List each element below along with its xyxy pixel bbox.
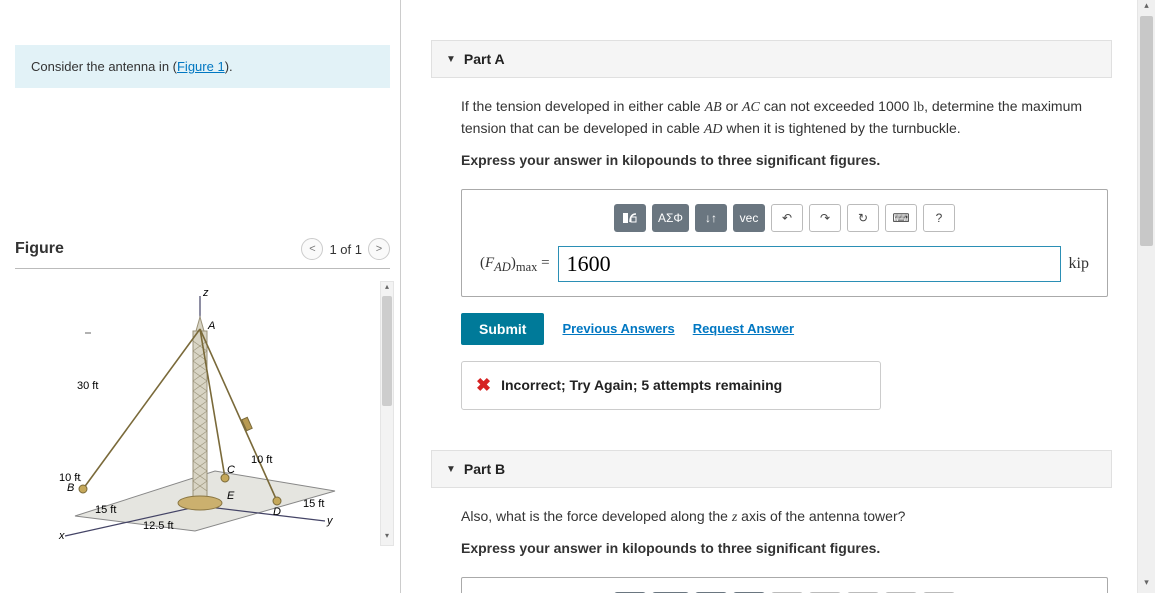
undo-button[interactable]: ↶ xyxy=(771,204,803,232)
intro-prefix: Consider the antenna in ( xyxy=(31,59,177,74)
part-a-instruction: Express your answer in kilopounds to thr… xyxy=(461,150,1108,171)
page-scroll-down[interactable]: ▾ xyxy=(1138,577,1155,593)
right-column: ▼ Part A If the tension developed in eit… xyxy=(401,0,1137,593)
part-a: ▼ Part A If the tension developed in eit… xyxy=(431,40,1112,410)
svg-text:z: z xyxy=(202,287,209,299)
keyboard-button[interactable]: ⌨ xyxy=(885,204,917,232)
vector-button[interactable]: vec xyxy=(733,204,765,232)
feedback-box: ✖ Incorrect; Try Again; 5 attempts remai… xyxy=(461,361,881,410)
figure-scroll-thumb[interactable] xyxy=(382,296,392,406)
answer-label: (FAD)max = xyxy=(480,252,550,277)
part-a-title: Part A xyxy=(464,51,505,67)
feedback-message: Incorrect; Try Again; 5 attempts remaini… xyxy=(501,375,782,396)
intro-suffix: ). xyxy=(225,59,233,74)
svg-text:D: D xyxy=(273,506,281,518)
left-column: Consider the antenna in (Figure 1). Figu… xyxy=(0,0,400,593)
greek-button[interactable]: ΑΣΦ xyxy=(652,204,689,232)
figure-body: z x y xyxy=(15,269,390,544)
svg-text:10 ft: 10 ft xyxy=(251,454,272,466)
caret-down-icon: ▼ xyxy=(446,54,456,65)
previous-answers-link[interactable]: Previous Answers xyxy=(562,319,674,339)
svg-text:30 ft: 30 ft xyxy=(77,380,98,392)
figure-scrollbar[interactable]: ▴ ▾ xyxy=(380,281,394,546)
part-b-answer-box: ΑΣΦ ↓↑ vec ↶ ↷ ↻ ⌨ ? xyxy=(461,577,1108,593)
page-scroll-up[interactable]: ▴ xyxy=(1138,0,1155,16)
answer-unit: kip xyxy=(1069,252,1089,276)
figure-scroll-track[interactable] xyxy=(381,296,393,531)
part-b: ▼ Part B Also, what is the force develop… xyxy=(431,450,1112,593)
part-a-header[interactable]: ▼ Part A xyxy=(431,40,1112,78)
svg-text:x: x xyxy=(58,530,65,541)
part-a-body: If the tension developed in either cable… xyxy=(431,78,1112,410)
reset-button[interactable]: ↻ xyxy=(847,204,879,232)
part-b-instruction: Express your answer in kilopounds to thr… xyxy=(461,538,1108,559)
svg-text:C: C xyxy=(227,464,235,476)
intro-box: Consider the antenna in (Figure 1). xyxy=(15,45,390,88)
part-b-header[interactable]: ▼ Part B xyxy=(431,450,1112,488)
figure-nav-text: 1 of 1 xyxy=(329,242,362,257)
part-b-prompt: Also, what is the force developed along … xyxy=(461,506,1108,528)
svg-text:15 ft: 15 ft xyxy=(95,504,116,516)
figure-header: Figure < 1 of 1 > xyxy=(15,238,390,269)
svg-text:A: A xyxy=(207,320,215,332)
main-viewport: Consider the antenna in (Figure 1). Figu… xyxy=(0,0,1155,593)
svg-text:E: E xyxy=(227,490,235,502)
figure-prev-button[interactable]: < xyxy=(301,238,323,260)
submit-row: Submit Previous Answers Request Answer xyxy=(461,313,1108,345)
part-b-title: Part B xyxy=(464,461,505,477)
svg-text:12.5 ft: 12.5 ft xyxy=(143,520,174,532)
part-b-body: Also, what is the force developed along … xyxy=(431,488,1112,593)
page-scroll-thumb[interactable] xyxy=(1140,16,1153,246)
part-a-prompt: If the tension developed in either cable… xyxy=(461,96,1108,140)
figure-heading: Figure xyxy=(15,240,64,258)
answer-input[interactable] xyxy=(558,246,1061,282)
figure-next-button[interactable]: > xyxy=(368,238,390,260)
answer-toolbar: ΑΣΦ ↓↑ vec ↶ ↷ ↻ ⌨ ? xyxy=(462,204,1107,246)
help-button[interactable]: ? xyxy=(923,204,955,232)
caret-down-icon: ▼ xyxy=(446,464,456,475)
figure-diagram: z x y xyxy=(15,281,355,541)
request-answer-link[interactable]: Request Answer xyxy=(693,319,794,339)
submit-button[interactable]: Submit xyxy=(461,313,544,345)
svg-text:y: y xyxy=(326,515,334,527)
redo-button[interactable]: ↷ xyxy=(809,204,841,232)
svg-text:15 ft: 15 ft xyxy=(303,498,324,510)
templates-button[interactable] xyxy=(614,204,646,232)
figure-scroll-up[interactable]: ▴ xyxy=(381,282,393,296)
figure-link[interactable]: Figure 1 xyxy=(177,59,225,74)
part-a-answer-box: ΑΣΦ ↓↑ vec ↶ ↷ ↻ ⌨ ? (FAD)max = xyxy=(461,189,1108,297)
page-scroll-track[interactable] xyxy=(1138,16,1155,577)
figure-scroll-down[interactable]: ▾ xyxy=(381,531,393,545)
subscript-button[interactable]: ↓↑ xyxy=(695,204,727,232)
answer-row: (FAD)max = kip xyxy=(462,246,1107,282)
incorrect-icon: ✖ xyxy=(476,372,491,399)
figure-nav: < 1 of 1 > xyxy=(301,238,390,260)
page-scrollbar[interactable]: ▴ ▾ xyxy=(1137,0,1155,593)
